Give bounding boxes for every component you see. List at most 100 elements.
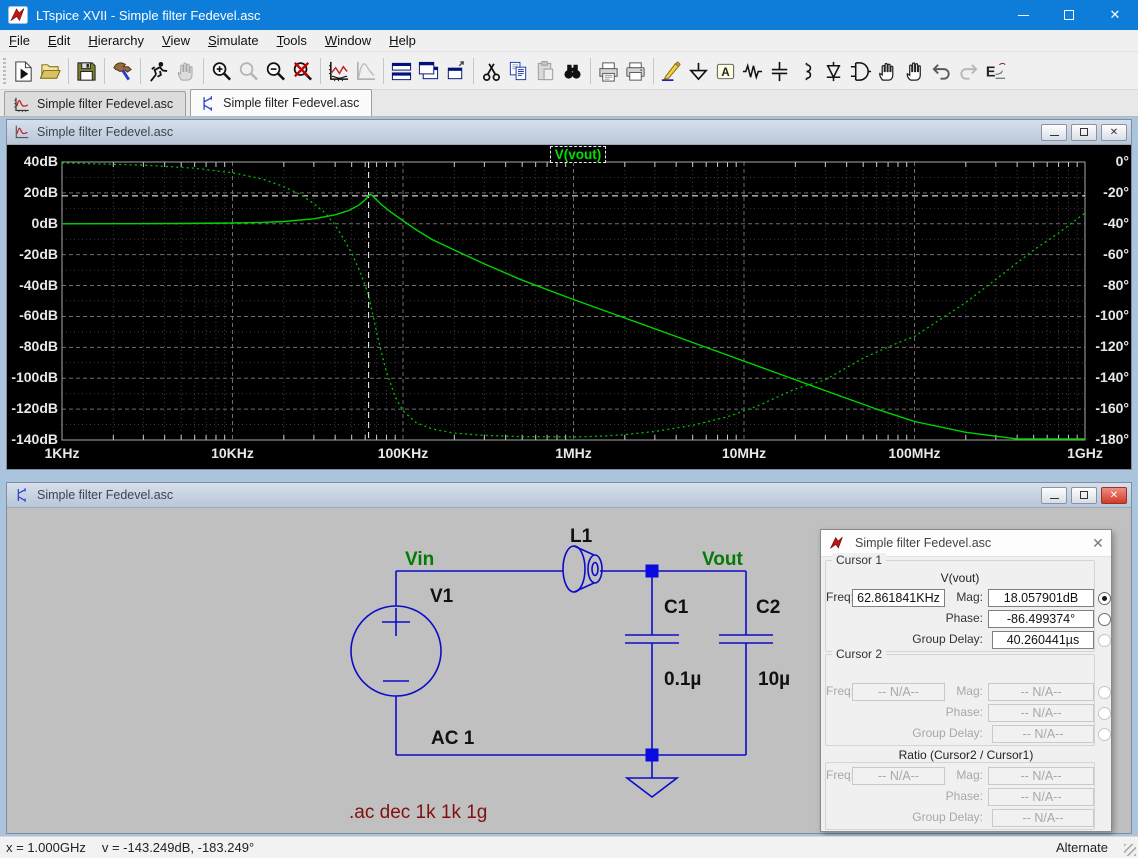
place-component-icon[interactable] [847,58,874,85]
cut-icon[interactable] [478,58,505,85]
zoom-in-icon[interactable] [208,58,235,85]
waveform-plot-canvas[interactable]: 40dB20dB0dB-20dB-40dB-60dB-80dB-100dB-12… [7,145,1131,469]
restore-button[interactable] [1071,124,1097,141]
cursor1-phase-field[interactable]: -86.499374° [988,610,1094,628]
maximize-button[interactable] [1046,0,1092,30]
svg-text:A: A [721,66,729,78]
place-capacitor-icon[interactable] [766,58,793,85]
cursor2-group: Cursor 2 Freq: -- N/A-- Mag: -- N/A-- Ph… [825,654,1095,746]
autorange-waveform-icon[interactable] [325,58,352,85]
cursor1-group-label: Cursor 1 [832,553,886,567]
open-icon[interactable] [37,58,64,85]
close-button[interactable]: ✕ [1092,0,1138,30]
close-button[interactable]: ✕ [1101,487,1127,504]
cursor2-phase-field: -- N/A-- [988,704,1094,722]
save-icon[interactable] [73,58,100,85]
cursor1-group-delay-radio[interactable] [1098,634,1111,647]
copy-icon[interactable] [505,58,532,85]
svg-text:E: E [986,64,996,80]
place-diode-icon[interactable] [820,58,847,85]
phase-label: Phase: [901,788,983,805]
restore-button[interactable] [1071,487,1097,504]
frequency-tick-label: 10KHz [193,445,273,461]
cursor1-phase-radio[interactable] [1098,613,1111,626]
cursor2-group-delay-radio[interactable] [1098,728,1111,741]
drag-icon[interactable] [901,58,928,85]
phase-tick-label: 0° [1089,153,1129,169]
cursor-dialog-title: Simple filter Fedevel.asc [855,536,1085,550]
find-icon[interactable] [559,58,586,85]
cursor1-trace: V(vout) [826,571,1094,585]
tab-waveform[interactable]: Simple filter Fedevel.asc [4,91,186,116]
freq-label: Freq: [826,767,849,784]
menu-item-file[interactable]: File [0,31,39,50]
draw-wire-icon[interactable] [658,58,685,85]
menu-item-simulate[interactable]: Simulate [199,31,268,50]
waveform-window: Simple filter Fedevel.asc ✕ 40dB20dB0dB-… [6,119,1132,470]
magnitude-tick-label: -60dB [7,307,58,323]
phase-tick-label: -20° [1089,184,1129,200]
cursor1-mag-radio[interactable] [1098,592,1111,605]
zoom-out-icon[interactable] [262,58,289,85]
ratio-group-delay-field: -- N/A-- [992,809,1094,827]
cursor-dialog[interactable]: Simple filter Fedevel.asc ✕ Cursor 1 V(v… [820,529,1112,832]
menu-item-edit[interactable]: Edit [39,31,79,50]
menu-item-window[interactable]: Window [316,31,380,50]
cursor1-mag-field[interactable]: 18.057901dB [988,589,1094,607]
place-ground-icon[interactable] [685,58,712,85]
ratio-mag-field: -- N/A-- [988,767,1094,785]
ltspice-logo-icon [828,535,846,551]
menu-item-help[interactable]: Help [380,31,425,50]
cursor1-group-delay-field[interactable]: 40.260441µs [992,631,1094,649]
waveform-window-title: Simple filter Fedevel.asc [37,125,1041,139]
place-resistor-icon[interactable] [739,58,766,85]
arrange-windows-icon[interactable] [442,58,469,85]
mag-label: Mag: [943,683,983,700]
cursor2-phase-radio[interactable] [1098,707,1111,720]
cascade-windows-icon[interactable] [415,58,442,85]
tab-schematic[interactable]: Simple filter Fedevel.asc [190,89,372,116]
mag-label: Mag: [943,767,983,784]
window-title: LTspice XVII - Simple filter Fedevel.asc [36,8,1000,23]
waveform-window-titlebar[interactable]: Simple filter Fedevel.asc ✕ [7,120,1131,145]
minimize-button[interactable] [1000,0,1046,30]
trace-label[interactable]: V(vout) [523,146,633,164]
frequency-tick-label: 1MHz [534,445,614,461]
schematic-window-titlebar[interactable]: Simple filter Fedevel.asc ✕ [7,483,1131,508]
waveform-icon [13,96,30,113]
cursor1-group: Cursor 1 V(vout) Freq: 62.861841KHz Mag:… [825,560,1095,652]
cursor1-freq-field[interactable]: 62.861841KHz [852,589,945,607]
control-panel-icon[interactable] [109,58,136,85]
tab-label: Simple filter Fedevel.asc [223,96,359,110]
resize-grip[interactable] [1124,844,1136,856]
move-icon[interactable] [874,58,901,85]
zoom-full-extents-icon[interactable] [289,58,316,85]
place-inductor-icon[interactable] [793,58,820,85]
close-icon[interactable]: ✕ [1085,535,1111,552]
print-icon[interactable] [622,58,649,85]
spice-directive-icon[interactable]: E [982,58,1009,85]
frequency-tick-label: 10MHz [704,445,784,461]
plot-settings-icon [352,58,379,85]
minimize-button[interactable] [1041,487,1067,504]
ltspice-window: LTspice XVII - Simple filter Fedevel.asc… [0,0,1138,858]
close-button[interactable]: ✕ [1101,124,1127,141]
menu-item-hierarchy[interactable]: Hierarchy [79,31,153,50]
cursor2-group-delay-field: -- N/A-- [992,725,1094,743]
tile-windows-icon[interactable] [388,58,415,85]
undo-icon[interactable] [928,58,955,85]
frequency-tick-label: 100KHz [363,445,443,461]
ratio-freq-field: -- N/A-- [852,767,945,785]
menu-item-tools[interactable]: Tools [268,31,316,50]
mag-label: Mag: [943,589,983,606]
run-icon[interactable] [145,58,172,85]
toolbar-grip[interactable] [3,58,6,84]
menu-item-view[interactable]: View [153,31,199,50]
cursor2-mag-radio[interactable] [1098,686,1111,699]
print-preview-icon[interactable] [595,58,622,85]
new-schematic-icon[interactable] [10,58,37,85]
toolbar-separator [383,58,384,84]
minimize-button[interactable] [1041,124,1067,141]
ground-symbol [627,761,677,797]
place-net-label-icon[interactable]: A [712,58,739,85]
